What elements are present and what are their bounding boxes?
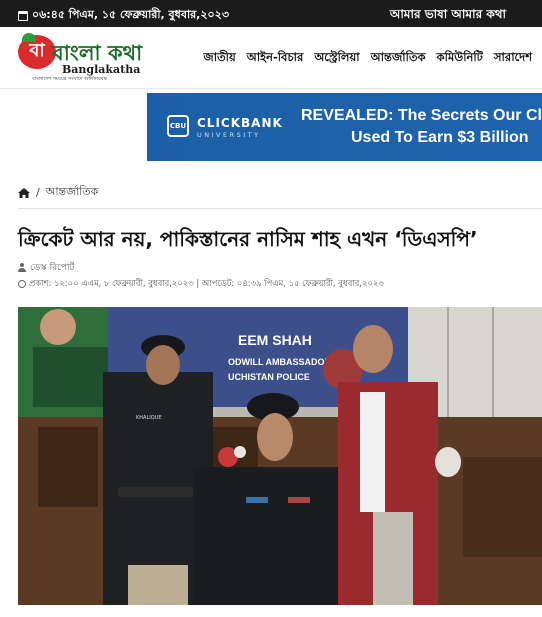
logo-tagline: বাংলাদেশ সময়ের সংবাদে অঙ্গীকারবদ্ধ [32,76,108,82]
banner-line-3: UCHISTAN POLICE [228,372,310,382]
author-name[interactable]: ডেস্ক রিপোর্ট [30,260,74,275]
ad-headline-1: REVEALED: The Secrets Our Cl [301,107,542,124]
banner-line-2: ODWILL AMBASSADOR [228,357,331,367]
nav-item-national[interactable]: জাতীয় [203,49,235,68]
name-tag: KHALIQUE [136,415,161,421]
publish-update-dates: প্রকাশ: ১২:০০ এএম, ৮ ফেব্রুয়ারী, বুধবার… [29,278,384,288]
user-icon [18,263,26,272]
article-photo: EEM SHAH ODWILL AMBASSADOR UCHISTAN POLI… [18,307,542,605]
ad-banner[interactable]: CBU CLICKBANK UNIVERSITY REVEALED: The S… [147,93,542,161]
ad-brand: CLICKBANK [197,116,283,130]
breadcrumb-category[interactable]: আন্তর্জাতিক [46,183,99,202]
top-bar: ০৬:৪৫ পিএম, ১৫ ফেব্রুয়ারী, বুধবার,২০২৩ … [0,0,542,27]
nav-item-community[interactable]: কমিউনিটি [437,49,483,68]
ad-brand-sub: UNIVERSITY [197,131,261,139]
date-text: ০৬:৪৫ পিএম, ১৫ ফেব্রুয়ারী, বুধবার,২০২৩ [32,8,229,21]
logo-english-text: Banglakatha [62,63,141,76]
nav-item-law-justice[interactable]: আইন-বিচার [247,49,304,68]
main-nav: জাতীয় আইন-বিচার অস্ট্রেলিয়া আন্তর্জাতি… [203,49,532,68]
breadcrumb-separator: / [36,186,40,199]
photo-illustration: EEM SHAH ODWILL AMBASSADOR UCHISTAN POLI… [18,307,542,605]
calendar-icon [18,10,28,21]
article-meta: প্রকাশ: ১২:০০ এএম, ৮ ফেব্রুয়ারী, বুধবার… [18,277,384,291]
article-title: ক্রিকেট আর নয়, পাকিস্তানের নাসিম শাহ এখ… [18,227,478,251]
nav-item-country[interactable]: সারাদেশ [494,49,532,68]
ad-headline-2: Used To Earn $3 Billion [351,129,529,146]
home-icon[interactable] [18,187,30,198]
logo-mark: বা [18,33,56,69]
article-author: ডেস্ক রিপোর্ট [18,260,74,275]
breadcrumb: / আন্তর্জাতিক [18,183,98,202]
site-header: বা বাংলা কথা Banglakatha বাংলাদেশ সময়ের… [0,27,542,89]
clock-icon [18,280,26,288]
nav-item-international[interactable]: আন্তর্জাতিক [371,49,426,68]
nav-item-australia[interactable]: অস্ট্রেলিয়া [314,49,359,68]
site-logo[interactable]: বা বাংলা কথা Banglakatha বাংলাদেশ সময়ের… [18,33,142,83]
banner-line-1: EEM SHAH [238,332,312,348]
ad-logo-icon: CBU [167,115,189,137]
current-date: ০৬:৪৫ পিএম, ১৫ ফেব্রুয়ারী, বুধবার,২০২৩ [18,6,229,25]
divider [18,208,542,209]
site-slogan: আমার ভাষা আমার কথা [389,7,506,21]
